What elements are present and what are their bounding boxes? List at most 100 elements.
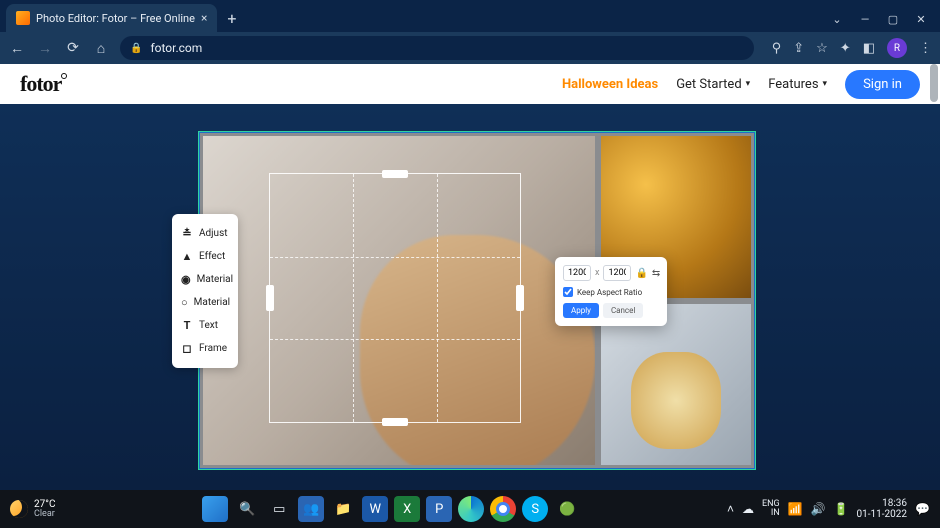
crop-handle-left[interactable] [266,285,274,311]
resize-apply-button[interactable]: Apply [563,303,599,318]
tool-material-1[interactable]: ◉ Material [172,268,238,291]
tab-close-icon[interactable]: × [201,11,207,25]
window-controls: ⌄ — ▢ ✕ [830,13,940,32]
crop-handle-top[interactable] [382,170,408,178]
crop-selection[interactable] [269,173,521,423]
resize-x-separator: x [595,268,599,278]
taskbar-app-edge[interactable] [458,496,484,522]
kebab-menu-icon[interactable]: ⋮ [919,41,932,56]
tool-material-2[interactable]: ○ Material [172,291,238,314]
address-bar[interactable]: 🔒 fotor.com [120,36,754,60]
browser-toolbar: ← → ⟳ ⌂ 🔒 fotor.com ⚲ ⇪ ☆ ✦ ◧ R ⋮ [0,32,940,64]
windows-taskbar: 27°C Clear 🔍 ▭ 👥 📁 W X P S 🟢 ˄ ☁ ENG IN … [0,490,940,528]
resize-height-input[interactable] [603,265,631,281]
clock-date: 01-11-2022 [857,509,908,520]
tab-title: Photo Editor: Fotor – Free Online [36,12,195,25]
resize-width-input[interactable] [563,265,591,281]
tool-label: Material [197,274,233,285]
keep-ratio-input[interactable] [563,287,573,297]
tool-effect[interactable]: ▲ Effect [172,245,238,268]
nav-halloween[interactable]: Halloween Ideas [562,77,658,92]
volume-icon[interactable]: 🔊 [811,502,826,516]
home-icon[interactable]: ⌂ [92,40,110,57]
taskbar-app-chrome[interactable] [490,496,516,522]
page-scrollbar[interactable] [930,64,938,102]
resize-popover: x 🔒 ⇆ Keep Aspect Ratio Apply Cancel [555,257,667,326]
nav-get-started[interactable]: Get Started ▾ [676,77,750,92]
keep-ratio-label: Keep Aspect Ratio [577,288,642,297]
tool-label: Adjust [199,228,228,239]
logo[interactable]: fotor [20,71,61,97]
extensions-icon[interactable]: ✦ [840,41,851,56]
weather-condition: Clear [34,510,55,519]
system-tray: ˄ ☁ ENG IN 📶 🔊 🔋 18:36 01-11-2022 💬 [727,498,930,520]
forward-icon[interactable]: → [36,40,54,57]
window-menu-icon[interactable]: ⌄ [830,13,844,26]
task-view-icon[interactable]: ▭ [266,496,292,522]
tool-label: Frame [199,343,227,354]
tool-label: Text [199,320,218,331]
taskbar-app-excel[interactable]: X [394,496,420,522]
tray-chevron-icon[interactable]: ˄ [727,502,734,516]
effect-icon: ▲ [181,250,193,263]
wifi-icon[interactable]: 📶 [788,502,803,516]
browser-titlebar: Photo Editor: Fotor – Free Online × + ⌄ … [0,0,940,32]
lang-bot: IN [762,509,780,518]
tool-adjust[interactable]: ≛ Adjust [172,222,238,245]
tool-panel: ≛ Adjust ▲ Effect ◉ Material ○ Material … [172,214,238,368]
material-icon: ◉ [181,273,191,286]
lock-ratio-icon[interactable]: 🔒 [635,268,647,279]
tool-text[interactable]: T Text [172,314,238,337]
crop-handle-bottom[interactable] [382,418,408,426]
bookmark-icon[interactable]: ☆ [816,41,828,56]
editor-canvas-area: ≛ Adjust ▲ Effect ◉ Material ○ Material … [0,104,940,490]
nav-features[interactable]: Features ▾ [768,77,827,92]
crop-gridline [270,339,520,340]
clock-time: 18:36 [857,498,908,509]
resize-cancel-button[interactable]: Cancel [603,303,643,318]
maximize-icon[interactable]: ▢ [886,13,900,26]
taskbar-search-icon[interactable]: 🔍 [234,496,260,522]
back-icon[interactable]: ← [8,40,26,57]
tool-label: Effect [199,251,225,262]
weather-icon [10,500,28,518]
swap-dims-icon[interactable]: ⇆ [652,268,660,279]
taskbar-app-word[interactable]: W [362,496,388,522]
minimize-icon[interactable]: — [858,13,872,26]
sidepanel-icon[interactable]: ◧ [863,41,875,56]
main-image-slot[interactable] [203,136,595,465]
notifications-icon[interactable]: 💬 [915,502,930,516]
crop-gridline [437,174,438,422]
cloud-icon[interactable]: ☁ [742,502,754,516]
profile-avatar[interactable]: R [887,38,907,58]
new-tab-button[interactable]: + [227,9,236,32]
keep-ratio-checkbox[interactable]: Keep Aspect Ratio [563,287,659,297]
taskbar-app-skype[interactable]: S [522,496,548,522]
start-button[interactable] [202,496,228,522]
taskbar-app-teams[interactable]: 👥 [298,496,324,522]
browser-tab[interactable]: Photo Editor: Fotor – Free Online × [6,4,217,32]
resize-actions: Apply Cancel [563,303,659,318]
close-icon[interactable]: ✕ [914,13,928,26]
nav-features-label: Features [768,77,818,92]
collage-image-bottom[interactable] [601,304,751,466]
language-indicator[interactable]: ENG IN [762,500,780,518]
reload-icon[interactable]: ⟳ [64,40,82,56]
file-explorer-icon[interactable]: 📁 [330,496,356,522]
adjust-icon: ≛ [181,227,193,240]
frame-icon: ◻ [181,342,193,355]
text-icon: T [181,319,193,332]
collage-frame[interactable] [198,131,756,470]
crop-handle-right[interactable] [516,285,524,311]
taskbar-weather[interactable]: 27°C Clear [10,500,55,519]
taskbar-clock[interactable]: 18:36 01-11-2022 [857,498,908,520]
taskbar-app-misc[interactable]: 🟢 [554,496,580,522]
search-icon[interactable]: ⚲ [772,41,782,56]
site-header: fotor Halloween Ideas Get Started ▾ Feat… [0,64,940,104]
taskbar-app-powerpoint[interactable]: P [426,496,452,522]
battery-icon[interactable]: 🔋 [834,502,849,516]
chevron-down-icon: ▾ [746,79,751,89]
share-icon[interactable]: ⇪ [793,41,804,56]
sign-in-button[interactable]: Sign in [845,70,920,99]
tool-frame[interactable]: ◻ Frame [172,337,238,360]
